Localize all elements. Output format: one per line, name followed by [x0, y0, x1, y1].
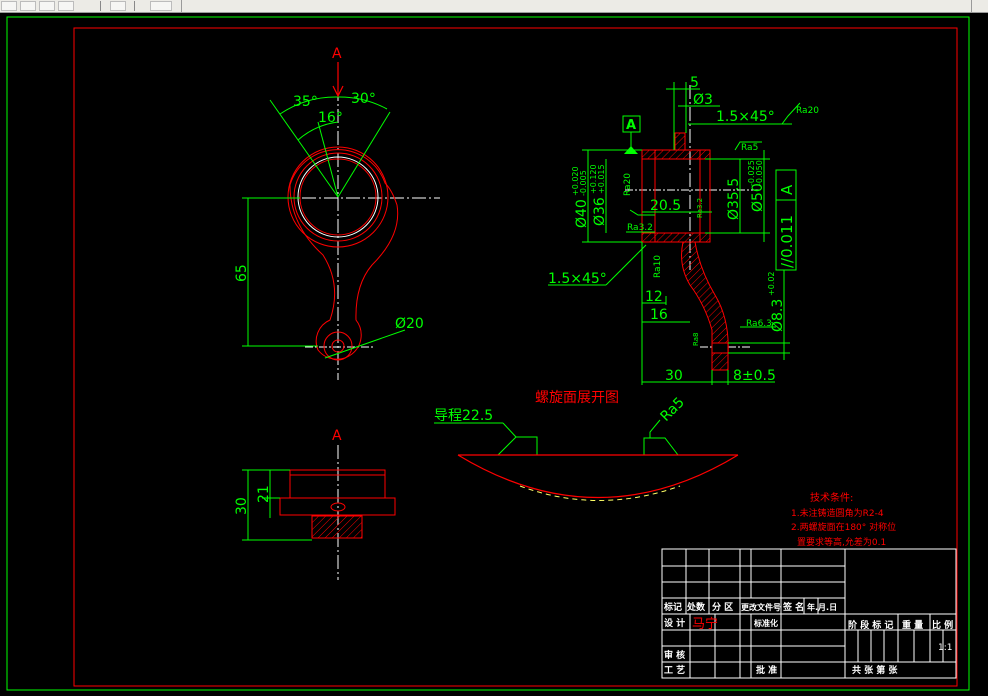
- lever-profile: [289, 149, 399, 360]
- view-a: 35° 30° 16° A 65 Ø20: [234, 46, 440, 380]
- dim-30-c-label: 30: [234, 497, 250, 515]
- tol-d8-3: +0.02: [767, 271, 776, 296]
- open-folder-icon[interactable]: [20, 1, 36, 11]
- header-zone: 分 区: [712, 601, 733, 613]
- section-hatch-rib: [674, 132, 686, 151]
- pin-hole-section: [711, 342, 729, 354]
- paint-icon[interactable]: [150, 1, 172, 11]
- new-file-icon[interactable]: [1, 1, 17, 11]
- technical-notes: 技术条件: 1.未注铸造圆角为R2-4 2.两螺旋面在180° 对称位 置要求等…: [791, 491, 896, 548]
- designer-name: 马宁: [692, 616, 718, 632]
- toolbar-divider: [181, 0, 182, 12]
- rough-ra3-2: Ra3.2: [627, 223, 653, 233]
- dim-30-label: 30: [665, 368, 683, 384]
- rough-ra6-3: Ra6.3: [746, 319, 772, 329]
- chamfer-top-label: 1.5×45°: [716, 109, 775, 125]
- development-arc: [457, 454, 739, 499]
- toolbar-divider: [971, 0, 972, 12]
- chamfer-leader: [605, 244, 647, 286]
- header-scale: 比 例: [932, 619, 953, 631]
- print-icon[interactable]: [58, 1, 74, 11]
- dim-d40-label: Ø40: [574, 199, 590, 228]
- development-title: 螺旋面展开图: [535, 390, 619, 406]
- toolbar-separator: [100, 1, 101, 11]
- outer-frame: [6, 16, 970, 691]
- dim-d50-label: Ø50: [750, 183, 766, 212]
- angle-35-label: 35°: [293, 94, 318, 110]
- rough-ra5: Ra5: [741, 143, 758, 153]
- lug-section: [311, 515, 363, 539]
- notes-line-1: 1.未注铸造圆角为R2-4: [791, 507, 884, 519]
- drawing-border: [73, 27, 958, 687]
- dim-8-label: 8±0.5: [733, 368, 776, 384]
- view-d: 螺旋面展开图 导程22.5 Ra5: [434, 390, 739, 501]
- dim-d35-5-label: Ø35.5: [726, 178, 742, 220]
- dia-20-leader: [324, 329, 406, 359]
- header-mark: 标记: [663, 601, 682, 613]
- dim-d36-label: Ø36: [592, 197, 608, 226]
- rough-ra20-side: Ra20: [623, 173, 633, 196]
- header-weight: 重 量: [902, 619, 923, 631]
- row-approve-label: 批 准: [756, 664, 777, 676]
- row-process-label: 工 艺: [664, 664, 685, 676]
- lead-label: 导程22.5: [434, 408, 493, 424]
- row-review-label: 审 核: [664, 649, 685, 661]
- header-date: 年.月.日: [807, 602, 837, 612]
- helix-step-left: [497, 436, 538, 456]
- tol-d40-lower: -0.005: [579, 170, 588, 196]
- dim-20-5-label: 20.5: [650, 198, 681, 214]
- section-marker-label: A: [332, 46, 342, 62]
- row-std-label: 标准化: [753, 618, 778, 628]
- notes-line-3: 置要求等高,允差为0.1: [797, 536, 886, 548]
- roughness-symbol: [649, 419, 661, 438]
- cut-icon[interactable]: [110, 1, 126, 11]
- angle-30-label: 30°: [351, 91, 376, 107]
- header-count: 处数: [686, 601, 706, 613]
- header-sign: 签 名: [782, 601, 804, 613]
- tol-d50-lower: -0.050: [755, 160, 764, 186]
- title-block: [661, 548, 957, 679]
- rough-ra5-development: Ra5: [658, 394, 688, 424]
- dim-5-label: 5: [690, 75, 699, 91]
- dim-21-label: 21: [256, 485, 272, 503]
- datum-label: A: [626, 118, 636, 133]
- view-b: 5 Ø3 1.5×45° Ra20 A Ra5 Ø40 +0.020 -0.00…: [548, 75, 819, 385]
- toolbar-separator: [134, 1, 135, 11]
- section-marker-label-c: A: [332, 428, 342, 444]
- title-block-text: 标记 处数 分 区 更改文件号 签 名 年.月.日 设 计 马宁 标准化 审 核…: [663, 601, 953, 676]
- dim-65-label: 65: [234, 264, 250, 282]
- dim-d3-label: Ø3: [693, 92, 713, 108]
- rough-ra8: Ra8: [692, 333, 700, 346]
- save-icon[interactable]: [39, 1, 55, 11]
- dim-16-label: 16: [650, 307, 668, 323]
- angle-ray: [337, 111, 391, 198]
- row-design-label: 设 计: [664, 617, 685, 629]
- header-doc-number: 更改文件号: [741, 602, 781, 612]
- header-stage: 阶 段 标 记: [848, 619, 893, 631]
- rough-ra10: Ra10: [653, 255, 663, 278]
- notes-line-2: 2.两螺旋面在180° 对称位: [791, 521, 896, 533]
- chamfer-bottom-label: 1.5×45°: [548, 271, 607, 287]
- notes-title: 技术条件:: [810, 491, 853, 504]
- parallel-tol-label: //0.011: [778, 215, 796, 268]
- dia-20-label: Ø20: [395, 316, 424, 332]
- helix-step-right: [643, 437, 679, 456]
- view-c: A 30 21: [234, 428, 396, 580]
- sheet-count: 共 张 第 张: [852, 664, 898, 676]
- angle-16-label: 16°: [318, 110, 343, 126]
- tol-d36-lower: +0.015: [597, 164, 606, 194]
- rough-ra20-top: Ra20: [796, 106, 819, 116]
- drawing-canvas[interactable]: 35° 30° 16° A 65 Ø20 5 Ø3 1.5×45° Ra20 A…: [0, 12, 988, 696]
- scale-value: 1:1: [938, 643, 952, 653]
- dim-12-label: 12: [645, 289, 663, 305]
- development-pitch-line: [519, 485, 681, 501]
- rough-ra3-2-small: Ra3.2: [696, 198, 704, 218]
- parallel-datum-label: A: [778, 184, 796, 195]
- lead-leader: [502, 422, 517, 438]
